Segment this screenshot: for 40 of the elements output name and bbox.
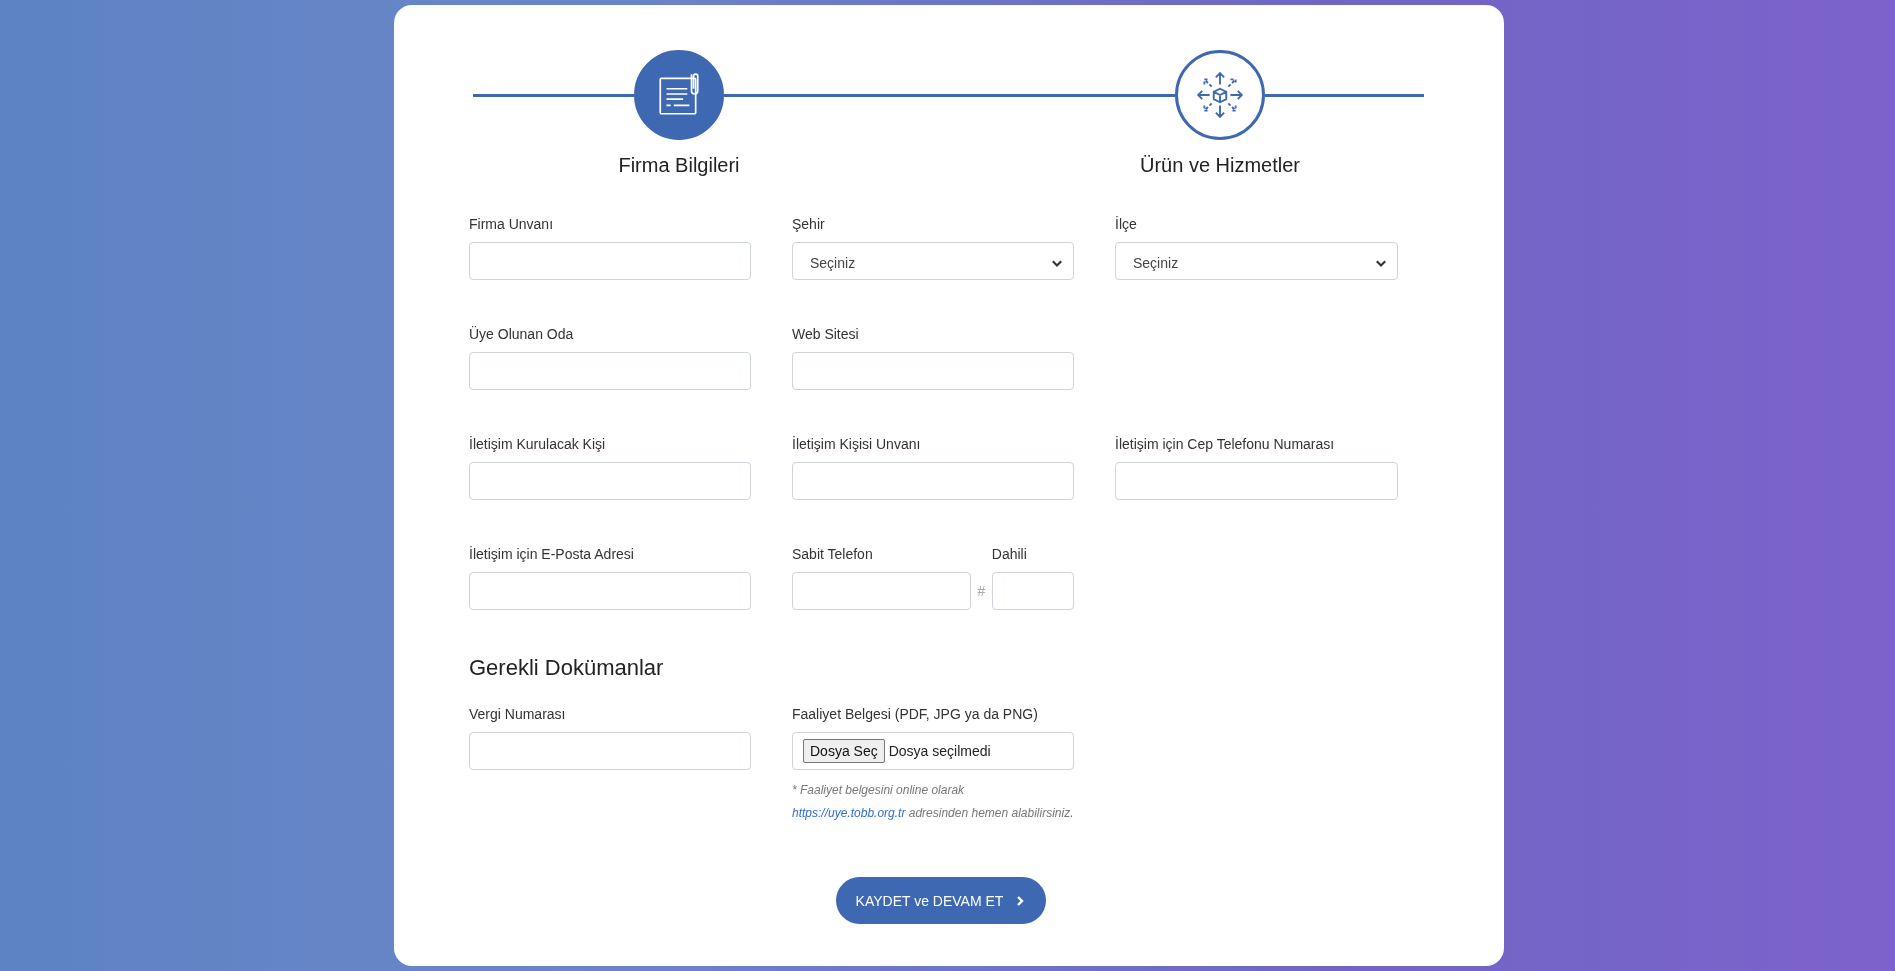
extension-field[interactable] [991, 572, 1074, 610]
website-link[interactable]: https://uye.tobb.org.tr [792, 806, 906, 820]
field-label: İletişim Kurulacak Kişi [469, 435, 606, 454]
help-note: https://uye.tobb.org.tr adresinden hemen alabilirsiniz. [792, 805, 1074, 822]
choose-file-button[interactable]: Dosya Seç [803, 739, 885, 763]
field-label: İletişim Kişisi Unvanı [792, 435, 921, 454]
text-field[interactable] [469, 462, 751, 500]
field-label: Vergi Numarası [469, 705, 566, 724]
field-label: Üye Olunan Oda [469, 325, 574, 344]
chevron-right-icon [1015, 894, 1026, 907]
text-field[interactable] [792, 462, 1074, 500]
field-label: Dahili [991, 545, 1027, 564]
text-field[interactable] [469, 242, 751, 280]
field-label: Sabit Telefon [792, 545, 873, 564]
dropdown[interactable]: Seçiniz [792, 242, 1074, 280]
field-label: İletişim için E-Posta Adresi [469, 545, 634, 564]
box-arrows-icon [1195, 70, 1245, 120]
text-field[interactable] [1115, 462, 1398, 500]
file-status: Dosya seçilmedi [888, 743, 991, 759]
text-field[interactable] [469, 732, 751, 770]
text-field[interactable] [469, 352, 751, 390]
text-field[interactable] [792, 352, 1074, 390]
field-label: Firma Unvanı [469, 215, 554, 234]
field-label: İletişim için Cep Telefonu Numarası [1115, 435, 1335, 454]
step-label[interactable]: Firma Bilgileri [618, 152, 740, 178]
field-label: Şehir [792, 215, 825, 234]
chevron-down-icon [1375, 257, 1387, 269]
separator-text: # [976, 582, 987, 601]
help-note: * Faaliyet belgesini online olarak [792, 782, 965, 799]
save-continue-button[interactable]: KAYDET ve DEVAM ET [835, 877, 1046, 924]
chevron-down-icon [1051, 257, 1063, 269]
text-field[interactable] [469, 572, 751, 610]
field-label: İlçe [1115, 215, 1137, 234]
section-heading: Gerekli Dokümanlar [469, 654, 665, 682]
field-label: Web Sitesi [792, 325, 859, 344]
file-field[interactable]: Dosya Seç Dosya seçilmedi [792, 732, 1074, 770]
phone-field[interactable] [792, 572, 971, 610]
dropdown[interactable]: Seçiniz [1115, 242, 1398, 280]
step-label[interactable]: Ürün ve Hizmetler [1139, 152, 1300, 178]
field-label: Faaliyet Belgesi (PDF, JPG ya da PNG) [792, 705, 1038, 724]
